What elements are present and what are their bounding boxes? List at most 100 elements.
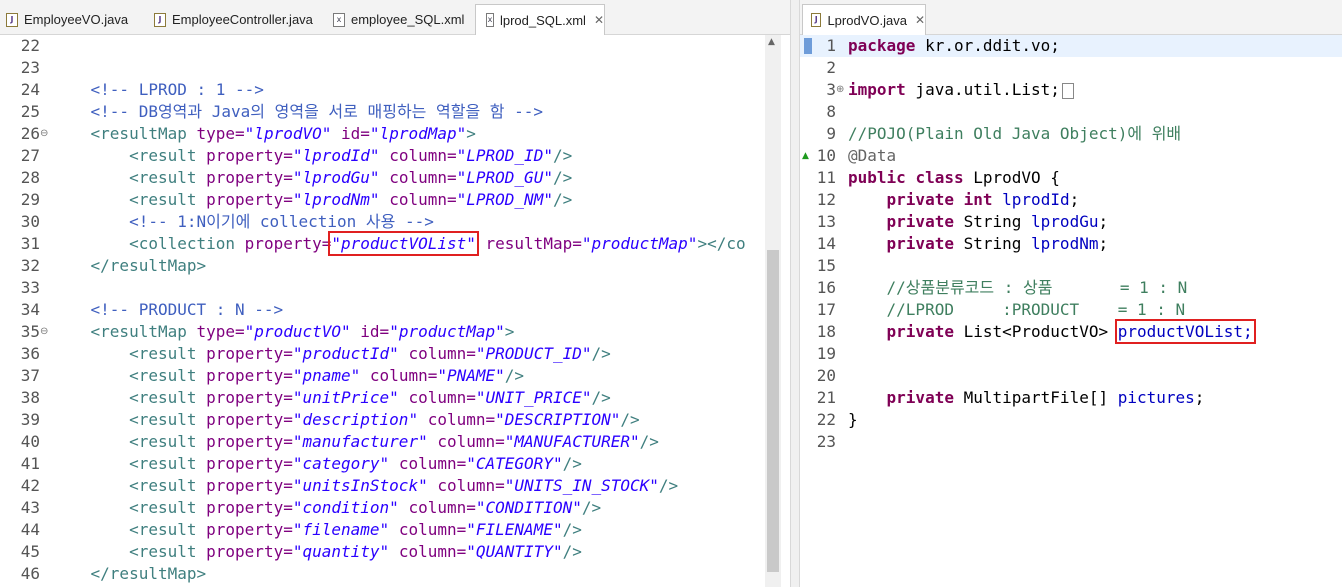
- pane-splitter[interactable]: [790, 0, 800, 587]
- code-line[interactable]: 31 <collection property="productVOList" …: [0, 231, 790, 256]
- fold-minus-icon[interactable]: ⊖: [40, 321, 48, 343]
- line-number: 14: [816, 234, 836, 253]
- line-number: 23: [20, 58, 40, 77]
- java-code-editor[interactable]: 1 package kr.or.ddit.vo; 2 3 ⊕ import java.ut…: [800, 35, 1342, 587]
- code-line[interactable]: 22}: [800, 409, 1342, 431]
- code-line[interactable]: 44 <result property="filename" column="F…: [0, 519, 790, 541]
- code-line[interactable]: 22: [0, 35, 790, 57]
- code-line[interactable]: 36 <result property="productId" column="…: [0, 343, 790, 365]
- vertical-scrollbar[interactable]: ▲: [765, 35, 781, 587]
- code-line[interactable]: 16 //상품분류코드 : 상품 = 1 : N: [800, 277, 1342, 299]
- close-icon[interactable]: ✕: [594, 13, 604, 27]
- code-token: "manufacturer": [292, 432, 428, 451]
- code-line[interactable]: 20: [800, 365, 1342, 387]
- code-line[interactable]: 2: [800, 57, 1342, 79]
- code-line[interactable]: 15: [800, 255, 1342, 277]
- code-token: private: [886, 322, 954, 341]
- code-token: <result: [129, 476, 197, 495]
- code-token: ;: [1194, 388, 1205, 407]
- code-text: private List<ProductVO> productVOList;: [848, 319, 1256, 344]
- code-token: kr.or.ddit.vo;: [915, 36, 1060, 55]
- code-token: //POJO(Plain Old Java Object)에 위배: [848, 124, 1182, 143]
- code-token: "description": [292, 410, 419, 429]
- code-line[interactable]: 37 <result property="pname" column="PNAM…: [0, 365, 790, 387]
- code-line[interactable]: 11 public class LprodVO {: [800, 167, 1342, 189]
- line-number: 22: [816, 410, 836, 429]
- code-token: property=: [206, 146, 293, 165]
- code-line[interactable]: 34 <!-- PRODUCT : N -->: [0, 299, 790, 321]
- code-line[interactable]: 18 private List<ProductVO> productVOList…: [800, 319, 1342, 344]
- code-token: "PNAME": [437, 366, 505, 385]
- tab-employeecontroller-java[interactable]: J EmployeeController.java: [154, 5, 313, 34]
- code-line[interactable]: 28 <result property="lprodGu" column="LP…: [0, 167, 790, 189]
- code-token: <!-- LPROD : 1 -->: [90, 80, 264, 99]
- code-token: int: [963, 190, 993, 209]
- tab-employee-sql-xml[interactable]: x employee_SQL.xml: [333, 5, 464, 34]
- code-line[interactable]: 35 ⊖ <resultMap type="productVO" id="prod…: [0, 321, 790, 343]
- code-line[interactable]: 17 //LPROD :PRODUCT = 1 : N: [800, 299, 1342, 321]
- code-token: type=: [196, 322, 245, 341]
- code-line[interactable]: 42 <result property="unitsInStock" colum…: [0, 475, 790, 497]
- code-line[interactable]: 45 <result property="quantity" column="Q…: [0, 541, 790, 563]
- fold-plus-icon[interactable]: ⊕: [836, 79, 844, 101]
- scrollbar-thumb[interactable]: [767, 250, 779, 572]
- code-line[interactable]: 29 <result property="lprodNm" column="LP…: [0, 189, 790, 211]
- code-line[interactable]: 38 <result property="unitPrice" column="…: [0, 387, 790, 409]
- code-line[interactable]: 46 </resultMap>: [0, 563, 790, 585]
- code-line[interactable]: 13 private String lprodGu;: [800, 211, 1342, 233]
- code-line[interactable]: 26 ⊖ <resultMap type="lprodVO" id="lprodM…: [0, 123, 790, 145]
- code-token: resultMap=: [485, 234, 582, 253]
- code-line[interactable]: 8: [800, 101, 1342, 123]
- code-token: "QUANTITY": [466, 542, 563, 561]
- line-number: 43: [20, 498, 40, 517]
- code-line[interactable]: 10 ▲ @Data: [800, 145, 1342, 167]
- scroll-up-icon[interactable]: ▲: [768, 37, 775, 47]
- code-line[interactable]: 3 ⊕ import java.util.List;: [800, 79, 1342, 101]
- collapsed-imports-icon[interactable]: [1061, 82, 1074, 99]
- code-line[interactable]: 14 private String lprodNm;: [800, 233, 1342, 255]
- code-line[interactable]: 23: [800, 431, 1342, 453]
- code-line[interactable]: 32 </resultMap>: [0, 255, 790, 277]
- code-line[interactable]: 40 <result property="manufacturer" colum…: [0, 431, 790, 453]
- code-line[interactable]: 1 package kr.or.ddit.vo;: [800, 35, 1342, 57]
- code-token: "LPROD_ID": [456, 146, 553, 165]
- code-line[interactable]: 33: [0, 277, 790, 299]
- code-line[interactable]: 12 private int lprodId;: [800, 189, 1342, 211]
- code-line[interactable]: 30 <!-- 1:N이기에 collection 사용 -->: [0, 211, 790, 233]
- line-number: 35: [20, 322, 40, 341]
- code-token: "lprodId": [292, 146, 380, 165]
- code-line[interactable]: 41 <result property="category" column="C…: [0, 453, 790, 475]
- close-icon[interactable]: ✕: [915, 13, 925, 27]
- xml-code-editor[interactable]: 22 23 24 <!-- LPROD : 1 --> 25 <!-- DB영역과 J…: [0, 35, 790, 587]
- code-line[interactable]: 23: [0, 57, 790, 79]
- code-line[interactable]: 25 <!-- DB영역과 Java의 영역을 서로 매핑하는 역할을 함 --…: [0, 101, 790, 123]
- tab-lprod-sql-xml[interactable]: x lprod_SQL.xml ✕: [475, 4, 605, 35]
- code-text: <result property="filename" column="FILE…: [52, 519, 582, 541]
- code-token: />: [591, 344, 611, 363]
- warning-marker-icon[interactable]: ▲: [802, 145, 809, 167]
- code-line[interactable]: 39 <result property="description" column…: [0, 409, 790, 431]
- code-line[interactable]: 27 <result property="lprodId" column="LP…: [0, 145, 790, 167]
- fold-minus-icon[interactable]: ⊖: [40, 123, 48, 145]
- code-line[interactable]: 21 private MultipartFile[] pictures;: [800, 387, 1342, 409]
- tab-label: EmployeeVO.java: [24, 12, 129, 27]
- code-token: <result: [129, 168, 197, 187]
- tab-lprodvo-java[interactable]: J LprodVO.java ✕: [802, 4, 926, 35]
- tab-employeevo-java[interactable]: J EmployeeVO.java: [6, 5, 128, 34]
- code-token: "condition": [292, 498, 399, 517]
- code-token: "productMap": [581, 234, 698, 253]
- code-line[interactable]: 24 <!-- LPROD : 1 -->: [0, 79, 790, 101]
- code-line[interactable]: 43 <result property="condition" column="…: [0, 497, 790, 519]
- code-line[interactable]: 19: [800, 343, 1342, 365]
- code-line[interactable]: 9 //POJO(Plain Old Java Object)에 위배: [800, 123, 1342, 145]
